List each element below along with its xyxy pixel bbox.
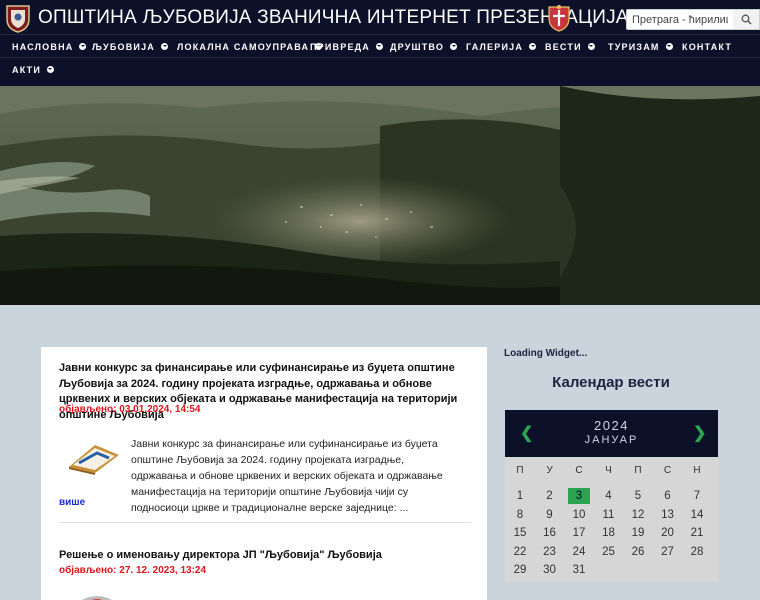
calendar-day[interactable]: 17 [568,525,590,541]
nav-item-galerija[interactable]: ГАЛЕРИЈА [466,35,537,59]
calendar-day[interactable]: 11 [598,507,620,523]
calendar-day[interactable]: 1 [509,488,531,504]
dropdown-arrow-icon [79,43,87,51]
calendar-day[interactable]: 16 [539,525,561,541]
dropdown-arrow-icon [375,43,383,51]
weekday-label: С [575,465,583,476]
weekday-label: Ч [605,465,612,476]
calendar-day[interactable]: 12 [627,507,649,523]
calendar-day[interactable]: 19 [627,525,649,541]
calendar-day[interactable]: 4 [598,488,620,504]
search-input[interactable] [626,9,734,30]
calendar-day[interactable]: 6 [657,488,679,504]
dropdown-arrow-icon [450,43,458,51]
nav-item-akti[interactable]: АКТИ [12,58,54,82]
calendar-day[interactable]: 2 [539,488,561,504]
search-icon [741,14,752,25]
weekday-label: П [516,465,524,476]
calendar-day[interactable]: 29 [509,562,531,578]
news-thumbnail-icon[interactable] [77,593,117,600]
calendar-day[interactable]: 30 [539,562,561,578]
calendar-year: 2024 [594,418,629,433]
dropdown-arrow-icon [665,43,673,51]
dropdown-arrow-icon [161,43,168,51]
calendar-day[interactable]: 27 [657,544,679,560]
calendar-month: ЈАНУАР [584,434,639,446]
site-title[interactable]: ОПШТИНА ЉУБОВИЈА ЗВАНИЧНА ИНТЕРНЕТ ПРЕЗЕ… [38,4,628,32]
calendar-day[interactable]: 7 [686,488,708,504]
valley-panorama-image [0,86,760,305]
nav-item-turizam[interactable]: ТУРИЗАМ [608,35,673,59]
calendar-day[interactable]: 26 [627,544,649,560]
calendar-day[interactable]: 25 [598,544,620,560]
news-title[interactable]: Решење о именовању директора ЈП "Љубовиј… [59,548,471,564]
calendar-day[interactable]: 13 [657,507,679,523]
municipality-crest-icon[interactable] [5,4,31,33]
calendar-day[interactable]: 22 [509,544,531,560]
calendar-day[interactable]: 24 [568,544,590,560]
calendar-day[interactable]: 9 [539,507,561,523]
nav-item-drustvo[interactable]: ДРУШТВО [390,35,458,59]
news-date: објављено: 27. 12. 2023, 13:24 [59,565,207,576]
calendar-day[interactable]: 21 [686,525,708,541]
news-divider [59,522,471,523]
news-date: објављено: 03.01.2024, 14:54 [59,404,201,415]
nav-item-vesti[interactable]: ВЕСТИ [545,35,595,59]
news-excerpt: Јавни конкурс за финансирање или суфинан… [131,438,443,514]
hero-photo [0,86,760,305]
dropdown-arrow-icon [529,43,537,51]
weekday-label: У [546,465,553,476]
nav-item-kontakt[interactable]: КОНТАКТ [682,35,732,59]
read-more-link[interactable]: више [59,497,85,508]
calendar-day[interactable]: 8 [509,507,531,523]
calendar-day[interactable]: 23 [539,544,561,560]
site-header: ОПШТИНА ЉУБОВИЈА ЗВАНИЧНА ИНТЕРНЕТ ПРЕЗЕ… [0,0,760,86]
weekday-label: П [634,465,642,476]
main-nav-second-row: АКТИ [0,58,760,82]
calendar-day[interactable]: 20 [657,525,679,541]
document-folder-icon[interactable] [65,441,123,475]
serbia-coat-of-arms-icon [548,5,570,32]
calendar-day[interactable]: 14 [686,507,708,523]
weekday-label: С [663,465,672,476]
loading-widget-text: Loading Widget... [504,348,588,359]
calendar-day[interactable]: 18 [598,525,620,541]
calendar-next-button[interactable]: ❯ [693,423,706,443]
calendar-heading: Календар вести [552,374,670,391]
search-button[interactable] [733,9,760,30]
weekday-label: Н [693,465,701,476]
nav-item-lokalna-samouprava[interactable]: ЛОКАЛНА САМОУПРАВА [177,35,323,59]
nav-item-privreda[interactable]: ПРИВРЕДА [310,35,383,59]
calendar-header: ❮ 2024 ЈАНУАР ❯ [505,410,718,457]
dropdown-arrow-icon [587,43,595,51]
calendar-day[interactable]: 15 [509,525,531,541]
calendar-grid: П У С Ч П С Н 1 2 3 4 5 6 7 8 9 10 11 12 13 14 15 16 17 18 19 20 21… [505,457,718,582]
main-nav: НАСЛОВНА ЉУБОВИЈА ЛОКАЛНА САМОУПРАВА ПРИ… [0,34,760,58]
calendar-day-today[interactable]: 3 [568,488,590,504]
calendar-day[interactable]: 10 [568,507,590,523]
dropdown-arrow-icon [46,66,54,74]
news-panel: Јавни конкурс за финансирање или суфинан… [41,347,487,600]
nav-item-naslovna[interactable]: НАСЛОВНА [12,35,87,59]
calendar-day[interactable]: 31 [568,562,590,578]
calendar-day[interactable]: 28 [686,544,708,560]
calendar-day[interactable]: 5 [627,488,649,504]
nav-item-ljubovija[interactable]: ЉУБОВИЈА [92,35,168,59]
